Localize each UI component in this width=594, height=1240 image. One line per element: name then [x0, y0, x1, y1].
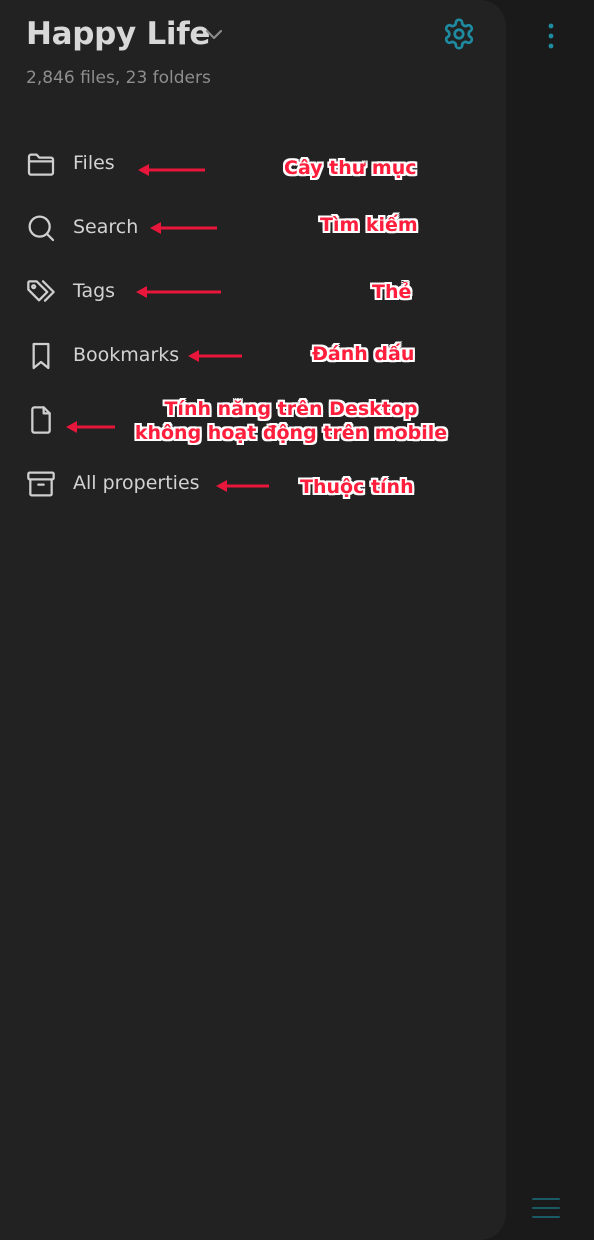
nav-label-all-properties: All properties — [73, 472, 200, 494]
nav-label-files: Files — [73, 152, 115, 174]
gear-icon[interactable] — [442, 17, 476, 51]
annotation-arrow-properties — [216, 480, 269, 492]
folder-icon — [27, 153, 55, 176]
nav-label-bookmarks: Bookmarks — [73, 344, 180, 366]
hamburger-menu-icon[interactable] — [531, 1196, 561, 1220]
annotation-files: Cây thư mục — [284, 157, 417, 179]
nav-item-bookmarks[interactable]: Bookmarks — [20, 333, 290, 379]
annotation-arrow-tags — [136, 286, 221, 298]
sidebar-panel: Happy Life 2,846 files, 23 folders Files… — [0, 0, 506, 1240]
file-icon — [31, 406, 51, 434]
annotation-search: Tìm kiếm — [320, 214, 418, 236]
archive-icon — [27, 471, 55, 497]
nav-label-search: Search — [73, 216, 139, 238]
annotation-desktop-line2: không hoạt động trên mobile — [134, 422, 448, 444]
vault-name[interactable]: Happy Life — [26, 16, 210, 52]
bookmark-icon — [32, 342, 50, 370]
tags-icon — [27, 280, 55, 302]
annotation-properties: Thuộc tính — [300, 476, 414, 498]
annotation-arrow-bookmarks — [188, 350, 242, 362]
annotation-desktop: Tính năng trên Desktop không hoạt động t… — [130, 397, 452, 445]
nav-label-tags: Tags — [73, 280, 116, 302]
more-vertical-icon[interactable] — [540, 20, 562, 52]
annotation-arrow-search — [150, 222, 217, 234]
annotation-tags: Thẻ — [372, 281, 412, 303]
annotation-arrow-file — [66, 421, 115, 433]
search-icon — [28, 215, 55, 242]
annotation-arrow-files — [138, 164, 205, 176]
chevron-down-icon[interactable] — [205, 28, 223, 42]
annotation-bookmarks: Đánh dấu — [312, 343, 415, 365]
vault-stats: 2,846 files, 23 folders — [26, 68, 211, 88]
annotation-desktop-line1: Tính năng trên Desktop — [164, 398, 418, 420]
